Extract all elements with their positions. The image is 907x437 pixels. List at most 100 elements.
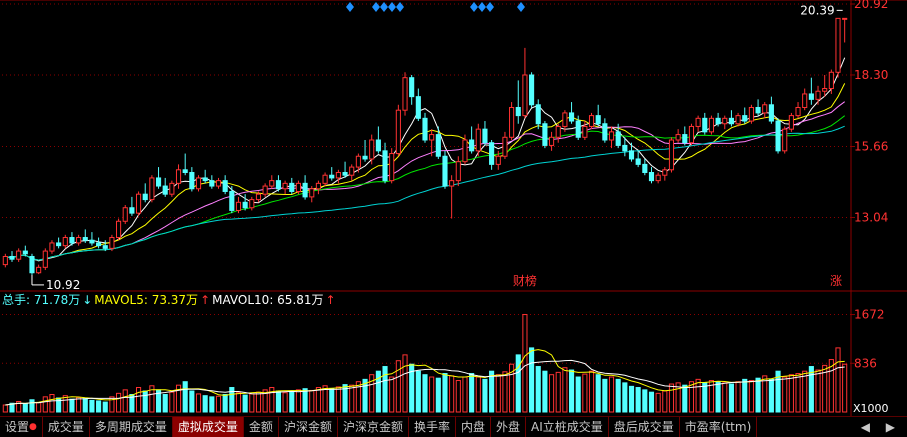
price-tick-label: 20.92 <box>854 0 888 11</box>
candle <box>529 72 535 108</box>
scroll-arrows-icon[interactable]: ◀ ▶ <box>855 417 907 437</box>
candle-body <box>815 90 821 100</box>
candle-body <box>322 174 328 184</box>
volume-bar <box>615 378 621 413</box>
volume-bar <box>815 369 821 413</box>
tab-settings[interactable]: 设置● <box>0 417 43 437</box>
up-arrow-icon: ↑ <box>325 293 336 307</box>
tab-ai-volume[interactable]: AI立桩成交量 <box>526 417 609 437</box>
candle-body <box>122 207 128 222</box>
candle-body <box>249 199 255 209</box>
candle <box>808 77 814 105</box>
candle-body <box>135 193 142 214</box>
volume-bar <box>608 376 615 413</box>
candle-body <box>455 161 461 182</box>
tab-virtual-volume[interactable]: 虚拟成交量 <box>172 417 244 437</box>
candle <box>402 72 408 116</box>
volume-bar <box>482 378 488 413</box>
candle <box>802 88 808 111</box>
candle <box>735 112 741 127</box>
volume-tick-label: 836 <box>854 356 877 370</box>
candle-body <box>768 104 774 122</box>
candle <box>635 150 641 168</box>
tab-amount[interactable]: 金额 <box>244 417 279 437</box>
candle <box>668 137 675 173</box>
volume-bar <box>495 374 501 413</box>
volume-bar <box>622 382 628 413</box>
candle <box>688 123 695 146</box>
tab-volume[interactable]: 成交量 <box>43 417 90 437</box>
candle-body <box>582 125 588 138</box>
tab-inner-volume[interactable]: 内盘 <box>456 417 491 437</box>
candle-body <box>175 169 182 184</box>
volume-bar <box>722 382 728 413</box>
candle <box>642 158 648 176</box>
candle-body <box>209 180 215 187</box>
candle <box>722 115 728 130</box>
volume-bar <box>349 384 355 413</box>
volume-bar <box>402 354 408 413</box>
volume-bar <box>329 388 335 413</box>
candle-body <box>302 182 308 198</box>
diamond-marker-icon <box>478 2 486 12</box>
candle-body <box>775 120 781 152</box>
candle-body <box>702 117 708 133</box>
tab-turnover-rate[interactable]: 换手率 <box>409 417 456 437</box>
candle-body <box>189 172 195 190</box>
candle-body <box>635 158 641 165</box>
candle-body <box>608 131 615 141</box>
tab-sh-sz-amount[interactable]: 沪深金额 <box>279 417 338 437</box>
candle-body <box>109 237 115 249</box>
candle-body <box>602 123 608 141</box>
down-arrow-icon: ↓ <box>82 293 93 307</box>
candle-body <box>242 201 248 209</box>
candle <box>489 139 495 170</box>
candle-body <box>9 255 15 260</box>
volume-bar <box>628 385 635 413</box>
candle <box>282 180 288 195</box>
candle-body <box>56 242 62 247</box>
candle-body <box>835 17 841 73</box>
candle-body <box>309 188 315 198</box>
tab-pe-ttm[interactable]: 市盈率(ttm) <box>680 417 758 437</box>
candle-body <box>822 88 828 92</box>
candle <box>149 175 155 203</box>
candle <box>355 153 361 173</box>
tab-multi-period-volume[interactable]: 多周期成交量 <box>90 417 173 437</box>
candle <box>195 175 202 192</box>
up-arrow-icon: ↑ <box>200 293 211 307</box>
volume-bar <box>96 400 102 413</box>
candle <box>222 175 228 195</box>
volume-bar <box>835 347 841 413</box>
candle-body <box>82 237 88 241</box>
candle <box>262 183 268 197</box>
candle-body <box>16 250 22 260</box>
tab-outer-volume[interactable]: 外盘 <box>491 417 527 437</box>
candle-body <box>262 185 268 195</box>
candle-body <box>2 255 8 266</box>
volume-bar <box>648 391 655 413</box>
candle <box>509 102 515 140</box>
candle-body <box>315 182 321 190</box>
candle-body <box>648 172 655 182</box>
candle <box>728 110 734 127</box>
candle <box>342 161 348 178</box>
candle <box>89 232 95 246</box>
candle-body <box>489 142 495 165</box>
indicator-toolbar: 设置● 成交量 多周期成交量 虚拟成交量 金额 沪深金额 沪深京金额 换手率 内… <box>0 416 907 437</box>
candle-body <box>502 136 508 157</box>
candle <box>549 131 555 151</box>
candle <box>602 118 608 143</box>
volume-bar <box>529 347 535 413</box>
volume-bar <box>642 389 648 413</box>
candle-body <box>469 139 475 152</box>
tab-after-hours-volume[interactable]: 盘后成交量 <box>609 417 680 437</box>
axis-labels: 20.92 18.30 15.66 13.04 1672 836 X1000 20.39 10.… <box>31 0 889 415</box>
volume-bar <box>635 387 641 413</box>
tab-sh-sz-bj-amount[interactable]: 沪深京金额 <box>338 417 409 437</box>
volume-bar <box>715 381 721 413</box>
candle <box>502 131 508 159</box>
candle <box>36 264 42 275</box>
candle-body <box>96 242 102 247</box>
volume-bar <box>389 376 395 413</box>
